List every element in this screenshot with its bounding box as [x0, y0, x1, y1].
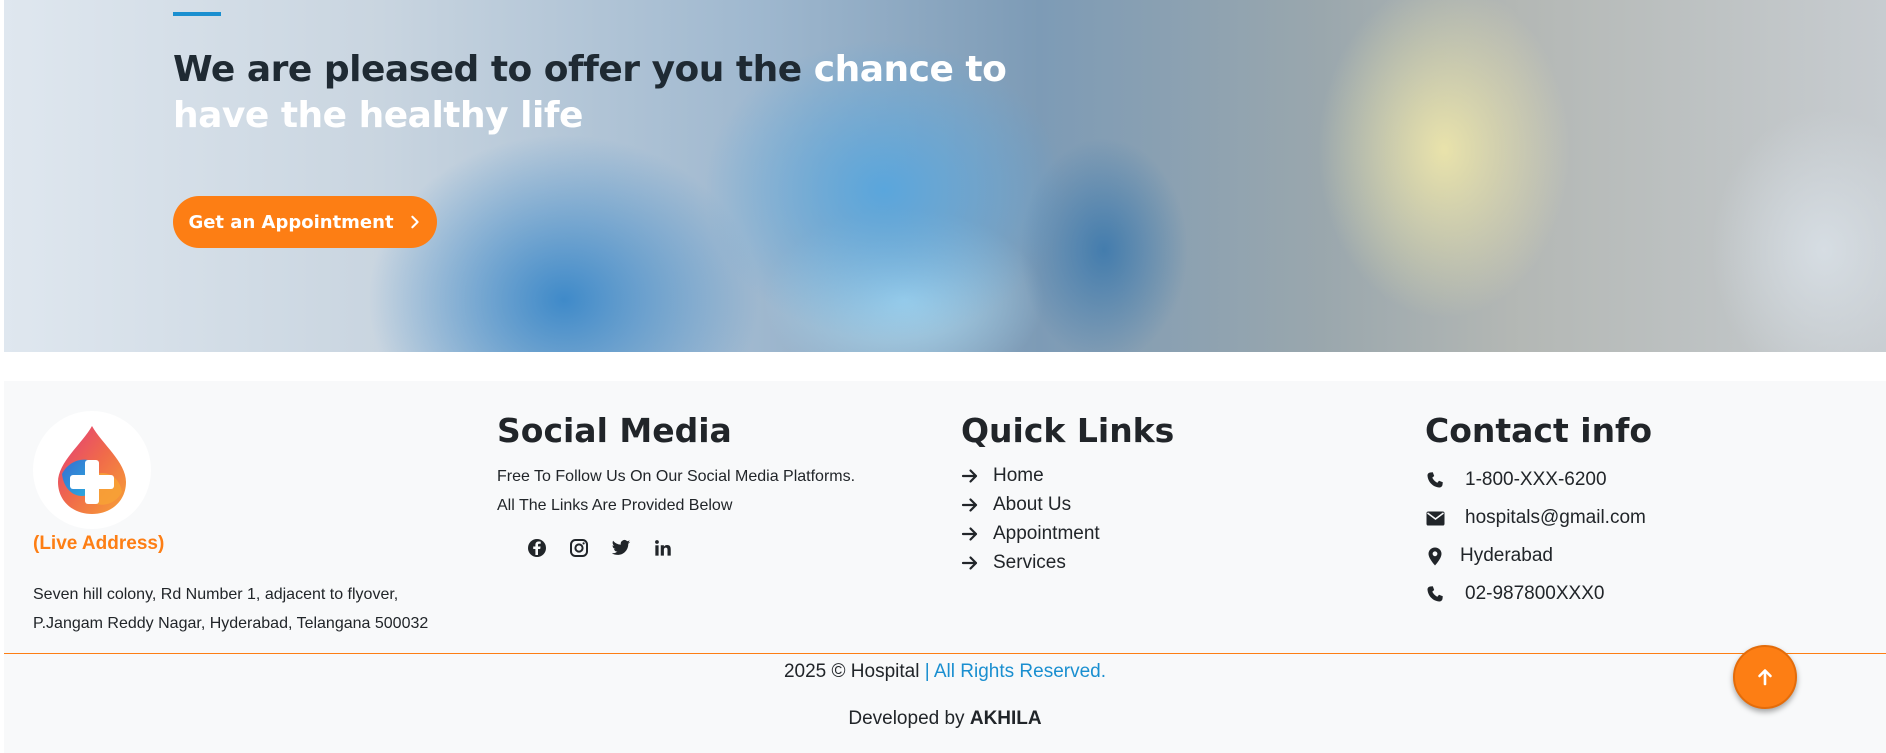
social-media-description: Free To Follow Us On Our Social Media Pl…	[497, 462, 917, 520]
contact-phone-text[interactable]: 1-800-XXX-6200	[1465, 469, 1607, 491]
address-text: Seven hill colony, Rd Number 1, adjacent…	[33, 580, 473, 638]
arrow-right-icon	[961, 468, 978, 483]
instagram-icon[interactable]	[569, 538, 589, 558]
copyright-main: 2025 © Hospital	[783, 661, 920, 682]
quick-link-label: Appointment	[993, 522, 1100, 544]
contact-info-list: 1-800-XXX-6200 hospitals@gmail.com Hyder…	[1425, 461, 1646, 613]
social-desc-line-2: All The Links Are Provided Below	[497, 497, 733, 514]
contact-location-item: Hyderabad	[1425, 537, 1646, 575]
developer-credit: Developed by AKHILA	[4, 708, 1886, 730]
arrow-right-icon	[961, 526, 978, 541]
get-appointment-label: Get an Appointment	[188, 211, 394, 233]
quick-link-services[interactable]: Services	[961, 548, 1100, 577]
copyright-rights: | All Rights Reserved.	[924, 661, 1107, 682]
quick-link-home[interactable]: Home	[961, 461, 1100, 490]
arrow-up-icon	[1758, 669, 1772, 686]
linkedin-icon[interactable]	[653, 538, 673, 558]
hero-accent-bar	[173, 12, 221, 16]
contact-email-item: hospitals@gmail.com	[1425, 499, 1646, 537]
quick-link-label: Home	[993, 464, 1044, 486]
social-media-title: Social Media	[497, 411, 732, 450]
copyright-text: 2025 © Hospital | All Rights Reserved.	[4, 661, 1886, 683]
twitter-icon[interactable]	[611, 538, 631, 558]
hero-title: We are pleased to offer you the chance t…	[173, 47, 1073, 139]
hospital-logo	[33, 411, 151, 529]
hero-banner: We are pleased to offer you the chance t…	[4, 0, 1886, 352]
map-pin-icon	[1425, 547, 1445, 566]
quick-link-label: Services	[993, 551, 1066, 573]
contact-location-text: Hyderabad	[1460, 545, 1553, 566]
phone-icon	[1425, 471, 1445, 489]
quick-link-label: About Us	[993, 493, 1072, 515]
social-desc-line-1: Free To Follow Us On Our Social Media Pl…	[497, 468, 856, 485]
developed-by-label: Developed by	[848, 708, 965, 729]
arrow-right-icon	[961, 497, 978, 512]
arrow-right-icon	[961, 555, 978, 570]
address-line-2: P.Jangam Reddy Nagar, Hyderabad, Telanga…	[33, 615, 429, 632]
quick-link-appointment[interactable]: Appointment	[961, 519, 1100, 548]
hero-title-dark: We are pleased to offer you the	[173, 49, 802, 90]
quick-link-about-us[interactable]: About Us	[961, 490, 1100, 519]
live-address-label[interactable]: (Live Address)	[33, 533, 164, 555]
chevron-right-icon	[410, 215, 419, 229]
hospital-logo-icon	[58, 426, 126, 514]
site-footer: (Live Address) Seven hill colony, Rd Num…	[4, 381, 1886, 753]
envelope-icon	[1425, 511, 1445, 526]
contact-phone-2-item: 02-987800XXX0	[1425, 575, 1646, 613]
get-appointment-button[interactable]: Get an Appointment	[173, 196, 437, 248]
back-to-top-button[interactable]	[1733, 645, 1797, 709]
social-icons-row	[527, 538, 673, 558]
contact-email-text[interactable]: hospitals@gmail.com	[1465, 507, 1646, 529]
contact-info-title: Contact info	[1425, 411, 1653, 450]
contact-phone-item: 1-800-XXX-6200	[1425, 461, 1646, 499]
quick-links-title: Quick Links	[961, 411, 1175, 450]
footer-divider	[4, 653, 1886, 654]
address-line-1: Seven hill colony, Rd Number 1, adjacent…	[33, 586, 399, 603]
phone-icon	[1425, 585, 1445, 603]
contact-phone-2-text[interactable]: 02-987800XXX0	[1465, 583, 1604, 605]
developer-name: AKHILA	[969, 708, 1042, 729]
quick-links-list: Home About Us Appointment Services	[961, 461, 1100, 577]
facebook-icon[interactable]	[527, 538, 547, 558]
